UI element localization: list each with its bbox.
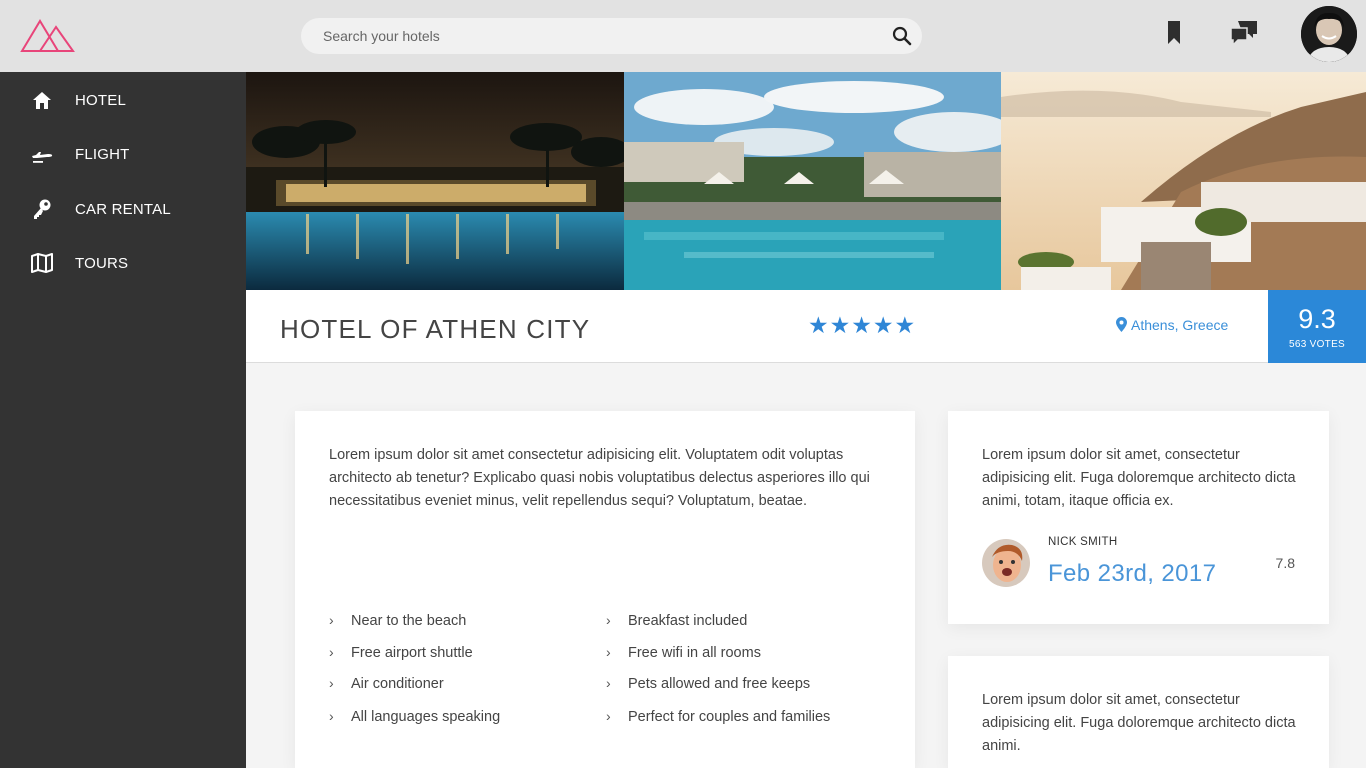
- search-icon[interactable]: [892, 26, 912, 46]
- amenity-item: › Perfect for couples and families: [606, 708, 831, 725]
- chevron-right-icon: ›: [606, 675, 611, 691]
- hotel-photo-night-pool[interactable]: [246, 72, 624, 290]
- amenity-item: › Breakfast included: [606, 612, 748, 629]
- hotel-description: Lorem ipsum dolor sit amet consectetur a…: [329, 447, 870, 510]
- hotel-title-bar: HOTEL OF ATHEN CITY ★★★★★ Athens, Greece…: [246, 290, 1366, 363]
- review-score: 7.8: [1275, 555, 1295, 571]
- location-link[interactable]: Athens, Greece: [1116, 317, 1228, 335]
- star-rating: ★★★★★: [808, 312, 917, 338]
- sidebar-item-car-rental[interactable]: CAR RENTAL: [0, 184, 246, 234]
- score-value: 9.3: [1298, 304, 1336, 334]
- location-text: Athens, Greece: [1131, 317, 1229, 333]
- chevron-right-icon: ›: [329, 612, 334, 628]
- sidebar-item-label: TOURS: [75, 255, 129, 272]
- review-text: Lorem ipsum dolor sit amet, consectetur …: [982, 447, 1296, 510]
- chevron-right-icon: ›: [329, 644, 334, 660]
- amenity-item: › Near to the beach: [329, 612, 467, 629]
- votes-count: 563 VOTES: [1288, 339, 1346, 350]
- description-card: Lorem ipsum dolor sit amet consectetur a…: [295, 411, 915, 768]
- photo-gallery: [246, 72, 1366, 290]
- chevron-right-icon: ›: [329, 708, 334, 724]
- review-card: Lorem ipsum dolor sit amet, consectetur …: [948, 411, 1329, 624]
- mountain-logo-icon[interactable]: [20, 18, 76, 54]
- review-date: Feb 23rd, 2017: [1048, 560, 1217, 587]
- sidebar-item-tours[interactable]: TOURS: [0, 238, 246, 288]
- hotel-photo-santorini[interactable]: [1001, 72, 1366, 290]
- score-badge: 9.3 563 VOTES: [1268, 290, 1366, 363]
- chevron-right-icon: ›: [606, 644, 611, 660]
- amenity-item: › Pets allowed and free keeps: [606, 675, 811, 692]
- sidebar-item-label: FLIGHT: [75, 146, 130, 163]
- sidebar-item-hotel[interactable]: HOTEL: [0, 75, 246, 125]
- chevron-right-icon: ›: [606, 708, 611, 724]
- search-bar: [301, 18, 922, 54]
- amenity-item: › Free airport shuttle: [329, 644, 473, 661]
- sidebar-item-flight[interactable]: FLIGHT: [0, 129, 246, 179]
- key-icon: [30, 198, 54, 220]
- amenity-item: › Free wifi in all rooms: [606, 644, 761, 661]
- hotel-title: HOTEL OF ATHEN CITY: [280, 314, 591, 344]
- review-card: Lorem ipsum dolor sit amet, consectetur …: [948, 656, 1329, 768]
- amenity-item: › Air conditioner: [329, 675, 444, 692]
- bookmark-icon[interactable]: [1166, 20, 1182, 46]
- chevron-right-icon: ›: [329, 675, 334, 691]
- sidebar-item-label: HOTEL: [75, 92, 127, 109]
- review-text: Lorem ipsum dolor sit amet, consectetur …: [982, 692, 1296, 755]
- sidebar-item-label: CAR RENTAL: [75, 201, 171, 218]
- map-icon: [30, 252, 54, 274]
- top-bar: [0, 0, 1366, 72]
- reviewer-name: NICK SMITH: [1048, 536, 1118, 548]
- search-input[interactable]: [323, 18, 883, 54]
- hotel-photo-day-pool[interactable]: [624, 72, 1001, 290]
- plane-icon: [30, 143, 54, 165]
- home-icon: [30, 89, 54, 111]
- chat-icon[interactable]: [1229, 20, 1259, 47]
- reviewer-avatar[interactable]: [982, 539, 1030, 587]
- user-avatar[interactable]: [1301, 6, 1357, 62]
- chevron-right-icon: ›: [606, 612, 611, 628]
- sidebar: HOTEL FLIGHT CAR RENTAL TOURS: [0, 72, 246, 768]
- amenity-item: › All languages speaking: [329, 708, 501, 725]
- map-pin-icon: [1116, 317, 1127, 335]
